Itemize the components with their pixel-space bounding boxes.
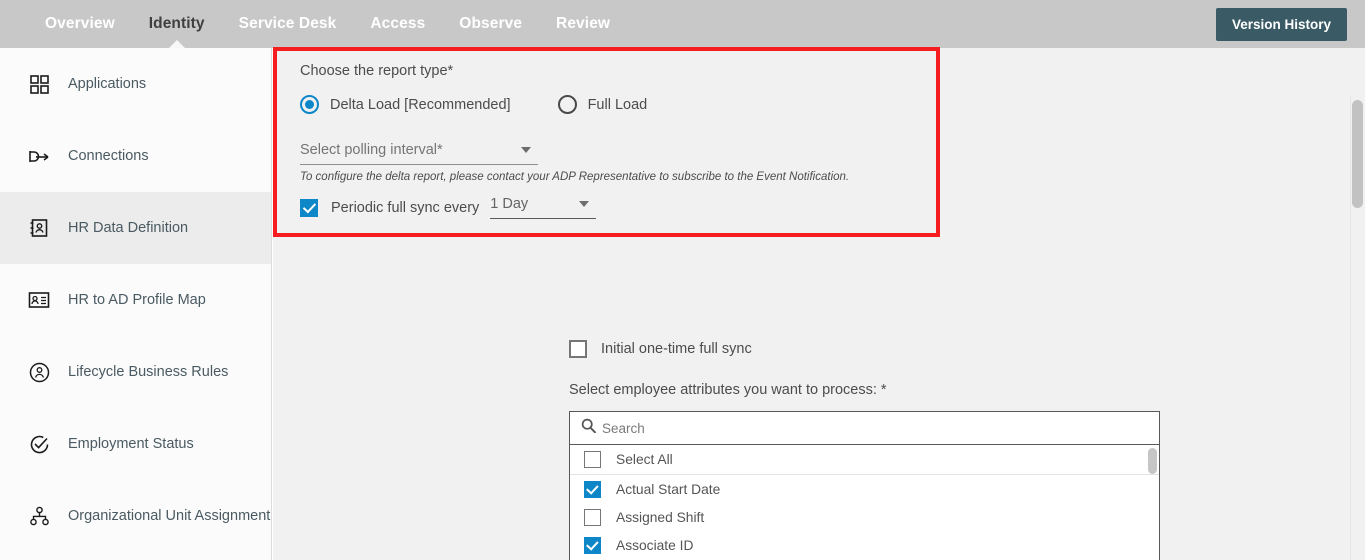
sidebar-item-hr-data-definition-label: HR Data Definition — [68, 220, 189, 236]
id-card-icon — [26, 215, 52, 241]
report-type-legend: Choose the report type* — [300, 63, 454, 79]
tab-overview-label: Overview — [45, 15, 115, 32]
attributes-list: Select All Actual Start Date Assigned Sh… — [570, 445, 1159, 560]
sidebar-item-hr-to-ad-profile-map[interactable]: HR to AD Profile Map — [0, 264, 271, 336]
sidebar-item-employment-status-label: Employment Status — [68, 436, 194, 452]
initial-one-time-full-sync-label: Initial one-time full sync — [601, 341, 752, 357]
sidebar-item-lifecycle-business-rules-label: Lifecycle Business Rules — [68, 364, 229, 380]
report-type-panel-content: Choose the report type* Delta Load [Reco… — [277, 51, 936, 219]
radio-delta-load[interactable] — [300, 95, 319, 114]
connector-icon — [26, 143, 52, 169]
tab-identity[interactable]: Identity — [132, 0, 222, 48]
attributes-list-scrollbar-thumb[interactable] — [1148, 448, 1157, 474]
tab-observe[interactable]: Observe — [442, 0, 539, 48]
attribute-label-assigned-shift: Assigned Shift — [616, 509, 705, 525]
profile-map-icon — [26, 287, 52, 313]
attributes-section-label: Select employee attributes you want to p… — [569, 382, 887, 398]
tab-service-desk-label: Service Desk — [238, 15, 337, 32]
initial-one-time-full-sync-row[interactable]: Initial one-time full sync — [569, 340, 1365, 358]
sidebar: Applications Connections HR Data Definit… — [0, 48, 272, 560]
tab-identity-label: Identity — [148, 15, 205, 32]
org-tree-icon — [26, 503, 52, 529]
tab-overview[interactable]: Overview — [28, 0, 132, 48]
report-type-radio-group: Delta Load [Recommended] Full Load — [300, 95, 936, 114]
radio-full-load-wrapper: Full Load — [557, 95, 648, 114]
version-history-button[interactable]: Version History — [1215, 8, 1347, 41]
grid-icon — [26, 71, 52, 97]
sidebar-item-employment-status[interactable]: Employment Status — [0, 408, 271, 480]
check-circle-icon — [26, 431, 52, 457]
search-icon — [581, 418, 596, 438]
sidebar-item-lifecycle-business-rules[interactable]: Lifecycle Business Rules — [0, 336, 271, 408]
attribute-checkbox-actual-start-date[interactable] — [584, 480, 601, 498]
attribute-checkbox-associate-id[interactable] — [584, 536, 601, 554]
tab-review-label: Review — [556, 15, 611, 32]
lifecycle-icon — [26, 359, 52, 385]
radio-full-load-label: Full Load — [587, 96, 648, 113]
sidebar-item-connections-label: Connections — [68, 148, 149, 164]
periodic-full-sync-checkbox[interactable] — [300, 198, 318, 217]
periodic-full-sync-row: Periodic full sync every 1 Day — [300, 196, 936, 219]
top-nav-items: Overview Identity Service Desk Access Ob… — [28, 0, 627, 48]
attributes-search-row[interactable]: Search — [570, 412, 1159, 445]
tab-service-desk[interactable]: Service Desk — [222, 0, 354, 48]
initial-one-time-full-sync-checkbox[interactable] — [569, 340, 587, 358]
tab-access-label: Access — [370, 15, 426, 32]
page-scrollbar-thumb[interactable] — [1352, 100, 1363, 208]
delta-report-hint: To configure the delta report, please co… — [300, 171, 850, 183]
polling-interval-select[interactable]: Select polling interval* — [300, 142, 538, 165]
report-type-highlight-panel: Choose the report type* Delta Load [Reco… — [273, 47, 940, 237]
select-all-checkbox[interactable] — [584, 451, 601, 468]
sidebar-item-hr-data-definition[interactable]: HR Data Definition — [0, 192, 271, 264]
attribute-label-associate-id: Associate ID — [616, 537, 694, 553]
attributes-box: Search Select All Actual Start Date Assi… — [569, 411, 1160, 560]
polling-interval-field: Select polling interval* — [300, 142, 538, 165]
radio-delta-load-dot — [305, 100, 314, 109]
tab-access[interactable]: Access — [353, 0, 442, 48]
periodic-full-sync-interval-value: 1 Day — [490, 196, 529, 212]
periodic-full-sync-interval-select[interactable]: 1 Day — [490, 196, 597, 219]
attribute-label-actual-start-date: Actual Start Date — [616, 481, 721, 497]
sidebar-item-applications-label: Applications — [68, 76, 147, 92]
sidebar-item-connections[interactable]: Connections — [0, 120, 271, 192]
tab-observe-label: Observe — [459, 15, 523, 32]
chevron-down-icon — [521, 147, 531, 153]
periodic-full-sync-label: Periodic full sync every — [331, 199, 480, 216]
radio-delta-load-label: Delta Load [Recommended] — [330, 96, 511, 113]
select-all-label: Select All — [616, 452, 673, 467]
polling-interval-value: Select polling interval* — [300, 142, 443, 158]
sidebar-item-organizational-unit-assignment-label: Organizational Unit Assignment — [68, 508, 271, 524]
radio-full-load[interactable] — [557, 95, 577, 114]
attributes-search-input[interactable]: Search — [602, 421, 645, 436]
attribute-row-associate-id[interactable]: Associate ID — [570, 531, 1159, 559]
sidebar-item-applications[interactable]: Applications — [0, 48, 271, 120]
attribute-row-assigned-shift[interactable]: Assigned Shift — [570, 503, 1159, 531]
attribute-row-actual-start-date[interactable]: Actual Start Date — [570, 475, 1159, 503]
tab-review[interactable]: Review — [539, 0, 627, 48]
chevron-down-icon — [579, 201, 590, 207]
top-navigation-bar: Overview Identity Service Desk Access Ob… — [0, 0, 1365, 48]
attribute-row-select-all[interactable]: Select All — [570, 445, 1159, 475]
below-panel-section: Initial one-time full sync Select employ… — [569, 340, 1365, 560]
sidebar-item-hr-to-ad-profile-map-label: HR to AD Profile Map — [68, 292, 206, 308]
attribute-checkbox-assigned-shift[interactable] — [584, 508, 601, 526]
sidebar-item-organizational-unit-assignment[interactable]: Organizational Unit Assignment — [0, 480, 271, 552]
